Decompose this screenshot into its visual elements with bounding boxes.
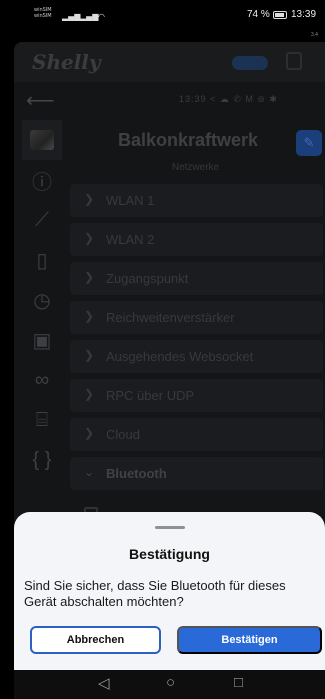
device-status-row: 13:39 < ☁ ✆ M ⊜ ✱ bbox=[179, 94, 278, 104]
chevron-right-icon: ❯ bbox=[84, 270, 95, 284]
status-clock: 13:39 bbox=[291, 9, 317, 20]
code-braces-icon[interactable]: { } bbox=[22, 440, 62, 480]
accordion-label: RPC über UDP bbox=[106, 388, 195, 403]
edit-pencil-button[interactable]: ✎ bbox=[296, 130, 322, 156]
dialog-title: Bestätigung bbox=[129, 546, 210, 562]
accordion-label: Reichweitenverstärker bbox=[106, 310, 235, 325]
sim2-label: winSIM bbox=[34, 13, 52, 19]
recents-icon[interactable]: □ bbox=[234, 674, 243, 691]
chevron-right-icon: ❯ bbox=[84, 231, 95, 245]
chevron-right-icon: ❯ bbox=[84, 387, 95, 401]
device-navbar: ⟵ 13:39 < ☁ ✆ M ⊜ ✱ bbox=[14, 84, 325, 116]
device-avatar bbox=[30, 130, 54, 150]
accordion-range-extender[interactable]: ❯ Reichweitenverstärker bbox=[70, 301, 323, 334]
chevron-right-icon: ❯ bbox=[84, 192, 95, 206]
accordion-label: Bluetooth bbox=[106, 466, 167, 481]
accordion-outbound-websocket[interactable]: ❯ Ausgehendes Websocket bbox=[70, 340, 323, 373]
clock-icon[interactable]: ◷ bbox=[22, 280, 62, 320]
chevron-right-icon: ❯ bbox=[84, 309, 95, 323]
cancel-button[interactable]: Abbrechen bbox=[30, 626, 161, 654]
chevron-right-icon: ❯ bbox=[84, 426, 95, 440]
confirmation-dialog: Bestätigung Sind Sie sicher, dass Sie Bl… bbox=[14, 512, 325, 670]
system-navigation-bar: ◁ ○ □ bbox=[14, 670, 325, 699]
accordion-label: Ausgehendes Websocket bbox=[106, 349, 254, 364]
calendar-icon[interactable]: ▣ bbox=[22, 320, 62, 360]
header-toggle[interactable] bbox=[232, 56, 268, 70]
battery-icon bbox=[273, 11, 287, 19]
info-icon[interactable]: ⓘ bbox=[22, 160, 62, 200]
accordion-label: WLAN 2 bbox=[106, 232, 155, 247]
accordion-label: Zugangspunkt bbox=[106, 271, 189, 286]
accordion-wlan1[interactable]: ❯ WLAN 1 bbox=[70, 184, 323, 217]
accordion-label: Cloud bbox=[106, 427, 140, 442]
accordion-cloud[interactable]: ❯ Cloud bbox=[70, 418, 323, 451]
rail-device-avatar[interactable] bbox=[22, 120, 62, 160]
link-icon[interactable]: ∞ bbox=[22, 360, 62, 400]
status-bar: winSIM winSIM ▂▄▆ ▂▄▆ ◠ 74 % 13:39 3.4 bbox=[0, 0, 325, 38]
accordion-label: WLAN 1 bbox=[106, 193, 155, 208]
signal-icon-2: ▂▄▆ bbox=[80, 12, 99, 21]
home-icon[interactable]: ○ bbox=[166, 674, 175, 691]
trash-icon[interactable]: ⌸ bbox=[22, 400, 62, 440]
chevron-right-icon: ❯ bbox=[84, 348, 95, 362]
back-icon[interactable]: ◁ bbox=[98, 674, 110, 692]
app-header: Shelly bbox=[14, 42, 325, 82]
accordion-rpc-udp[interactable]: ❯ RPC über UDP bbox=[70, 379, 323, 412]
accordion-wlan2[interactable]: ❯ WLAN 2 bbox=[70, 223, 323, 256]
device-title: Balkonkraftwerk bbox=[118, 130, 259, 150]
back-arrow-icon[interactable]: ⟵ bbox=[26, 88, 55, 113]
accordion-access-point[interactable]: ❯ Zugangspunkt bbox=[70, 262, 323, 295]
section-title: Netzwerke bbox=[171, 162, 220, 173]
side-rail: ⓘ ⟋ ▯ ◷ ▣ ∞ ⌸ { } bbox=[22, 120, 62, 515]
signal-icon: ▂▄▆ bbox=[62, 12, 81, 21]
status-extra: 3.4 bbox=[311, 32, 318, 38]
wifi-icon: ◠ bbox=[98, 12, 105, 21]
header-menu-icon[interactable] bbox=[286, 52, 302, 70]
brand-logo: Shelly bbox=[32, 50, 101, 74]
settings-panel: Balkonkraftwerk ✎ Netzwerke ❯ WLAN 1 ❯ W… bbox=[66, 116, 325, 516]
confirm-button[interactable]: Bestätigen bbox=[177, 626, 322, 654]
chevron-down-icon: ⌄ bbox=[84, 465, 95, 479]
chart-icon[interactable]: ⟋ bbox=[22, 200, 62, 240]
accordion-bluetooth[interactable]: ⌄ Bluetooth bbox=[70, 457, 323, 490]
drag-handle[interactable] bbox=[155, 526, 185, 529]
battery-percent: 74 % bbox=[247, 9, 270, 20]
dialog-message: Sind Sie sicher, dass Sie Bluetooth für … bbox=[24, 578, 286, 609]
sim-labels: winSIM winSIM bbox=[34, 7, 52, 19]
document-icon[interactable]: ▯ bbox=[22, 240, 62, 280]
